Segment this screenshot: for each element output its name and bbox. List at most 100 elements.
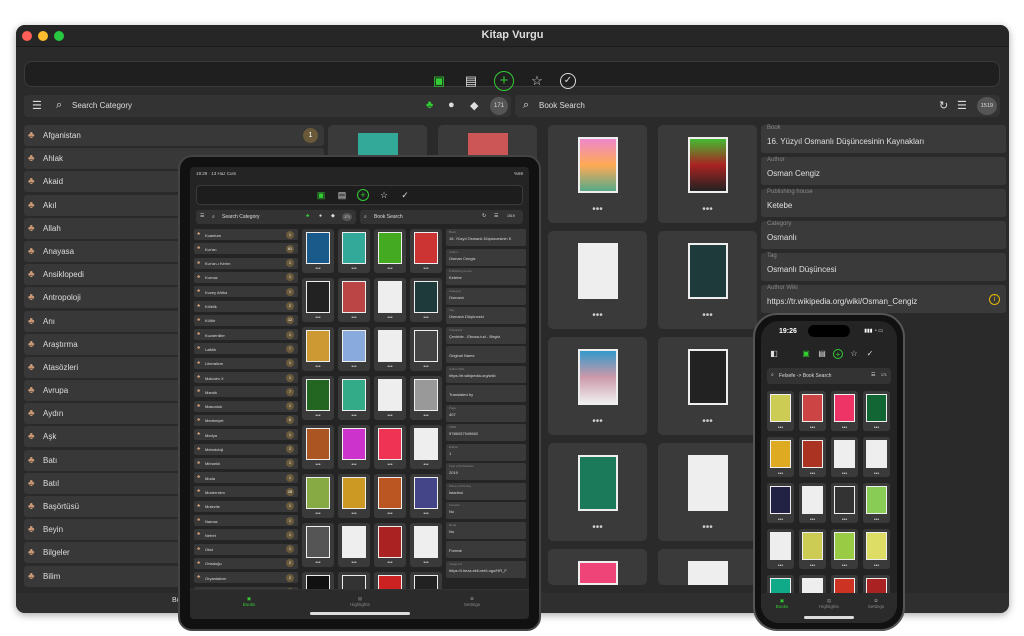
sidebar-icon[interactable]: ◧ [769,349,779,359]
category-row[interactable]: ♣ Kültür 12 [194,314,298,326]
book-cover[interactable] [866,394,887,422]
category-row[interactable]: ♣ Kuantum 1 [194,229,298,240]
list-icon[interactable]: ☰ [871,372,875,378]
more-button[interactable]: ••• [374,266,406,272]
book-card[interactable]: ••• [374,523,406,567]
checkmark-icon[interactable]: ✓ [399,189,411,201]
book-card[interactable]: ••• [548,337,647,435]
book-card[interactable]: ••• [863,391,890,431]
category-row[interactable]: ♣ Masonluk 1 [194,400,298,412]
book-cover[interactable] [342,477,366,509]
detail-field[interactable]: Publishing house Ketebe [446,268,526,285]
author-icon[interactable]: ● [448,99,455,111]
book-cover[interactable] [834,532,855,560]
book-card[interactable]: ••• [338,376,370,420]
book-cover[interactable] [578,349,618,405]
star-icon[interactable]: ☆ [378,189,390,201]
book-card[interactable]: ••• [302,376,334,420]
list-icon[interactable]: ☰ [32,99,42,112]
book-card[interactable]: ••• [302,425,334,469]
book-cover[interactable] [578,137,618,193]
book-cover[interactable] [378,379,402,411]
more-button[interactable]: ••• [799,471,826,477]
detail-value[interactable]: Ketebe [767,201,792,210]
more-button[interactable]: ••• [302,413,334,419]
category-row[interactable]: ♣ Afganistan 1 [24,125,324,146]
book-cover[interactable] [414,379,438,411]
list-icon[interactable]: ☰ [957,99,967,112]
book-cover[interactable] [414,428,438,460]
category-row[interactable]: ♣ Ortadoğu 2 [194,557,298,569]
detail-field[interactable]: Year of Publication 2019 [446,463,526,480]
category-row[interactable]: ♣ Nefret 1 [194,529,298,541]
more-button[interactable]: ••• [410,462,442,468]
more-button[interactable]: ••• [410,511,442,517]
book-cover[interactable] [578,561,618,585]
tablet-category-search-input[interactable]: Search Category [222,214,260,220]
category-row[interactable]: ♣ Moda 1 [194,472,298,484]
category-row[interactable]: ♣ Oryantalizm 2 [194,572,298,584]
book-card[interactable]: ••• [799,483,826,523]
detail-field[interactable]: Format [446,541,526,558]
book-cover[interactable] [342,379,366,411]
tag-icon[interactable]: ◆ [331,213,335,219]
book-cover[interactable] [866,440,887,468]
detail-value[interactable]: https://tr.wikipedia.org/wiki/Osman_Ceng… [767,297,917,306]
book-card[interactable]: ••• [410,425,442,469]
book-card[interactable]: ••• [374,425,406,469]
phone-tab-highlights[interactable]: ▤ Highlights [814,598,844,609]
detail-value[interactable]: 16. Yüzyıl Osmanlı Düşüncesinin K [449,236,523,241]
category-row[interactable]: ♣ Mutezile 1 [194,500,298,512]
book-cover[interactable] [378,330,402,362]
book-cover[interactable] [688,455,728,511]
book-card[interactable]: ••• [658,443,757,541]
category-row[interactable]: ♣ Namaz 1 [194,515,298,526]
star-icon[interactable]: ☆ [528,72,546,90]
add-icon[interactable]: + [357,189,369,201]
book-card[interactable]: ••• [302,278,334,322]
detail-field[interactable]: Category Osmanlı [761,221,1006,249]
detail-field[interactable]: Page 407 [446,404,526,422]
book-card[interactable]: ••• [374,327,406,371]
book-card[interactable]: ••• [548,125,647,223]
more-button[interactable]: ••• [374,315,406,321]
detail-field[interactable]: Author Osman Cengiz [761,157,1006,185]
book-cover[interactable] [414,477,438,509]
more-button[interactable]: ••• [302,266,334,272]
detail-value[interactable]: 16. Yüzyıl Osmanlı Düşüncesinin Kaynakla… [767,137,924,146]
more-button[interactable]: ••• [302,364,334,370]
more-button[interactable]: ••• [338,560,370,566]
book-card[interactable]: ••• [767,483,794,523]
book-icon[interactable]: ▣ [801,349,811,359]
more-button[interactable]: ••• [302,560,334,566]
detail-field[interactable]: Author Osman Cengiz [446,248,526,266]
detail-field[interactable]: Book 16. Yüzyıl Osmanlı Düşüncesinin K [446,229,526,246]
detail-field[interactable]: ISBN 9786057949660 [446,424,526,441]
book-card[interactable]: ••• [338,229,370,273]
more-button[interactable]: ••• [863,471,890,477]
add-icon[interactable]: + [494,71,514,91]
category-row[interactable]: ♣ Kölelik 2 [194,300,298,312]
book-card[interactable]: ••• [302,327,334,371]
refresh-icon[interactable]: ↻ [482,213,486,219]
book-card[interactable]: ••• [831,437,858,477]
more-button[interactable]: ••• [338,511,370,517]
detail-field[interactable]: Translator Çeviride - Ebussu'ud - Birgivi [446,326,526,344]
book-card[interactable]: ••• [799,391,826,431]
detail-value[interactable]: Osman Cengiz [449,256,523,261]
book-card[interactable]: ••• [374,278,406,322]
detail-value[interactable]: Osmanlı [449,295,523,300]
book-cover[interactable] [834,440,855,468]
tag-icon[interactable]: ◆ [470,99,478,112]
detail-value[interactable]: Çeviride - Ebussu'ud - Birgivi [449,334,523,339]
book-card[interactable]: ••• [799,437,826,477]
detail-field[interactable]: Tag Osmanlı Düşüncesi [446,307,526,324]
book-cover[interactable] [342,428,366,460]
category-row[interactable]: ♣ Kur'an 61 [194,243,298,255]
tablet-tab-highlights[interactable]: ▤ Highlights [340,596,380,607]
book-card[interactable]: ••• [374,229,406,273]
category-row[interactable]: ♣ Malcolm X 1 [194,372,298,383]
list-icon[interactable]: ☰ [200,213,204,219]
detail-value[interactable]: Osman Cengiz [767,169,820,178]
more-button[interactable]: ••• [767,517,794,523]
